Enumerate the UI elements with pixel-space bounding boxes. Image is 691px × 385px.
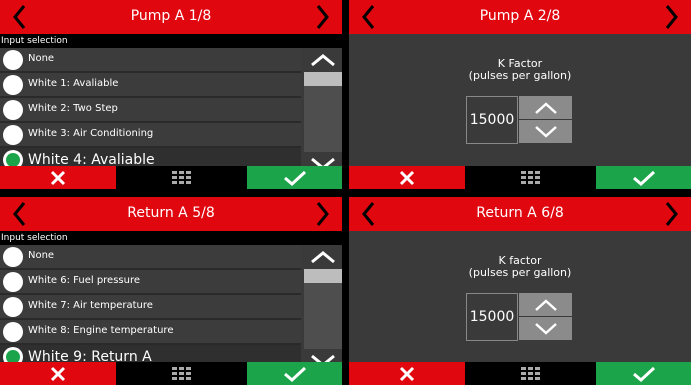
radio-button[interactable] (3, 322, 23, 342)
option-item[interactable]: None (0, 48, 301, 73)
menu-button[interactable] (116, 166, 247, 189)
section-label: Input selection (0, 34, 342, 48)
panel-pump-a-1: Pump A 1/8 Input selection None White 1:… (0, 0, 342, 189)
panel-title: Return A 5/8 (127, 205, 215, 221)
radio-button[interactable] (3, 75, 23, 95)
panel-return-a-6: Return A 6/8 K factor (pulses per gallon… (349, 197, 691, 385)
chevron-down-icon (534, 125, 557, 138)
option-list: None White 1: Avaliable White 2: Two Ste… (0, 48, 301, 174)
panel-title: Return A 6/8 (476, 205, 564, 221)
menu-button[interactable] (116, 362, 247, 385)
panel-header: Pump A 1/8 (0, 0, 342, 34)
ok-button[interactable] (596, 362, 691, 385)
option-label: None (28, 250, 55, 261)
grid-menu-icon (520, 366, 540, 380)
ok-button[interactable] (247, 166, 342, 189)
option-label: White 3: Air Conditioning (28, 128, 154, 139)
chevron-right-icon[interactable] (312, 201, 332, 227)
k-factor-value[interactable]: 15000 (466, 293, 518, 341)
panel-header: Return A 6/8 (349, 197, 691, 231)
chevron-right-icon[interactable] (312, 4, 332, 30)
option-item[interactable]: White 3: Air Conditioning (0, 123, 301, 148)
chevron-up-icon (534, 298, 557, 311)
radio-button[interactable] (3, 247, 23, 267)
increment-button[interactable] (519, 293, 572, 316)
action-bar (0, 166, 342, 189)
panel-header: Pump A 2/8 (349, 0, 691, 34)
chevron-down-icon (534, 322, 557, 335)
option-list: None White 6: Fuel pressure White 7: Air… (0, 245, 301, 371)
increment-button[interactable] (519, 96, 572, 119)
option-label: None (28, 53, 55, 64)
cancel-button[interactable] (0, 362, 116, 385)
cancel-button[interactable] (349, 362, 465, 385)
chevron-right-icon[interactable] (661, 4, 681, 30)
option-label: White 2: Two Step (28, 103, 118, 114)
cancel-button[interactable] (0, 166, 116, 189)
chevron-up-icon (534, 101, 557, 114)
panel-title: Pump A 1/8 (130, 8, 212, 24)
check-icon (632, 366, 655, 382)
close-icon (50, 170, 66, 185)
k-factor-stepper[interactable]: 15000 (466, 293, 572, 341)
action-bar (349, 362, 691, 385)
k-factor-unit: (pulses per gallon) (468, 266, 572, 279)
option-item[interactable]: White 1: Avaliable (0, 73, 301, 98)
option-item[interactable]: White 8: Engine temperature (0, 320, 301, 345)
check-icon (283, 170, 306, 186)
scroll-thumb[interactable] (304, 269, 342, 283)
menu-button[interactable] (465, 362, 596, 385)
option-label: White 1: Avaliable (28, 78, 119, 89)
chevron-right-icon[interactable] (661, 201, 681, 227)
k-factor-label: K Factor (pulses per gallon) (349, 58, 691, 82)
option-label: White 8: Engine temperature (28, 325, 174, 336)
option-item[interactable]: White 2: Two Step (0, 98, 301, 123)
k-factor-label: K factor (pulses per gallon) (349, 255, 691, 279)
action-bar (0, 362, 342, 385)
grid-menu-icon (520, 170, 540, 184)
panel-title: Pump A 2/8 (479, 8, 561, 24)
option-item[interactable]: White 7: Air temperature (0, 295, 301, 320)
chevron-up-icon (311, 251, 335, 264)
radio-button[interactable] (3, 297, 23, 317)
grid-menu-icon (171, 170, 191, 184)
panel-header: Return A 5/8 (0, 197, 342, 231)
menu-button[interactable] (465, 166, 596, 189)
k-factor-unit: (pulses per gallon) (468, 69, 572, 82)
grid-menu-icon (171, 366, 191, 380)
radio-button[interactable] (3, 100, 23, 120)
k-factor-value[interactable]: 15000 (466, 96, 518, 144)
option-item[interactable]: White 6: Fuel pressure (0, 270, 301, 295)
decrement-button[interactable] (519, 120, 572, 143)
ok-button[interactable] (247, 362, 342, 385)
close-icon (399, 170, 415, 185)
option-label: White 7: Air temperature (28, 300, 153, 311)
scrollbar[interactable] (304, 48, 342, 176)
k-factor-stepper[interactable]: 15000 (466, 96, 572, 144)
close-icon (399, 366, 415, 381)
cancel-button[interactable] (349, 166, 465, 189)
option-item[interactable]: None (0, 245, 301, 270)
radio-button[interactable] (3, 50, 23, 70)
ok-button[interactable] (596, 166, 691, 189)
scroll-up-button[interactable] (304, 245, 342, 269)
action-bar (349, 166, 691, 189)
check-icon (283, 366, 306, 382)
check-icon (632, 170, 655, 186)
scroll-up-button[interactable] (304, 48, 342, 72)
chevron-up-icon (311, 54, 335, 67)
close-icon (50, 366, 66, 381)
panel-return-a-5: Return A 5/8 Input selection None White … (0, 197, 342, 385)
scroll-thumb[interactable] (304, 72, 342, 86)
panel-pump-a-2: Pump A 2/8 K Factor (pulses per gallon) … (349, 0, 691, 189)
option-label: White 6: Fuel pressure (28, 275, 141, 286)
scrollbar[interactable] (304, 245, 342, 373)
section-label: Input selection (0, 231, 342, 245)
radio-button[interactable] (3, 125, 23, 145)
radio-button[interactable] (3, 272, 23, 292)
decrement-button[interactable] (519, 317, 572, 340)
